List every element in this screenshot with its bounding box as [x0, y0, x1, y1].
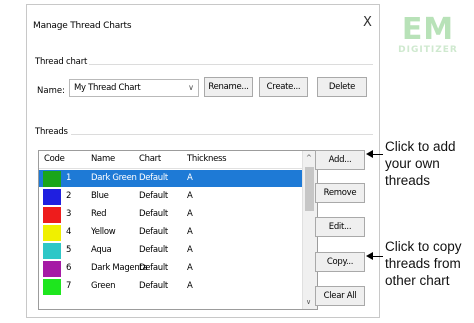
create-button[interactable]: Create...: [259, 77, 308, 97]
table-row[interactable]: 7 Green Default A: [39, 278, 303, 295]
cell-thickness: A: [187, 263, 193, 273]
clear-all-button[interactable]: Clear All: [315, 286, 365, 306]
callout-copy: Click to copy threads from other chart: [385, 238, 462, 289]
cell-chart: Default: [139, 245, 168, 255]
cell-name: Red: [91, 209, 107, 219]
cell-name: Blue: [91, 191, 109, 201]
cell-code: 7: [66, 281, 72, 291]
cell-thickness: A: [187, 209, 193, 219]
callout-add: Click to add your own threads: [385, 138, 456, 189]
callout-add-line: Click to add: [385, 139, 456, 154]
cell-chart: Default: [139, 209, 168, 219]
scroll-up-icon[interactable]: ^: [306, 154, 312, 162]
logo-secondary-text: DIGITIZER: [398, 45, 458, 55]
close-icon[interactable]: X: [363, 15, 372, 30]
group-divider: [71, 134, 373, 135]
logo-primary-text: EM: [401, 12, 455, 47]
color-swatch: [43, 225, 61, 241]
thread-chart-select-value: My Thread Chart: [74, 83, 141, 93]
cell-thickness: A: [187, 245, 193, 255]
color-swatch: [43, 171, 61, 187]
dialog-title: Manage Thread Charts: [33, 21, 132, 31]
cell-code: 4: [66, 227, 72, 237]
color-swatch: [43, 189, 61, 205]
color-swatch: [43, 207, 61, 223]
color-swatch: [43, 243, 61, 259]
column-header-thickness[interactable]: Thickness: [187, 154, 227, 164]
cell-code: 1: [66, 173, 72, 183]
thread-chart-select[interactable]: My Thread Chart ∨: [69, 79, 199, 97]
name-label: Name:: [37, 86, 65, 96]
cell-thickness: A: [187, 173, 193, 183]
cell-chart: Default: [139, 191, 168, 201]
chevron-down-icon: ∨: [188, 83, 194, 92]
table-row[interactable]: 6 Dark Magenta Default A: [39, 260, 303, 277]
thread-chart-group-label: Thread chart: [35, 57, 88, 67]
table-row[interactable]: 1 Dark Green Default A: [39, 170, 303, 187]
manage-thread-charts-dialog: Manage Thread Charts X Thread chart Name…: [26, 4, 380, 318]
callout-add-line: threads: [385, 173, 431, 188]
callout-add-line: your own: [385, 156, 440, 171]
cell-code: 6: [66, 263, 72, 273]
table-row[interactable]: 3 Red Default A: [39, 206, 303, 223]
color-swatch: [43, 279, 61, 295]
cell-chart: Default: [139, 263, 168, 273]
cell-code: 3: [66, 209, 72, 219]
column-header-code[interactable]: Code: [44, 154, 65, 164]
table-row[interactable]: 2 Blue Default A: [39, 188, 303, 205]
em-digitizer-logo: EM DIGITIZER: [392, 12, 464, 55]
cell-chart: Default: [139, 227, 168, 237]
cell-code: 5: [66, 245, 72, 255]
cell-thickness: A: [187, 227, 193, 237]
table-row[interactable]: 4 Yellow Default A: [39, 224, 303, 241]
callout-arrow-head: [366, 252, 373, 260]
cell-code: 2: [66, 191, 72, 201]
threads-group-label: Threads: [35, 127, 68, 137]
cell-chart: Default: [139, 173, 168, 183]
color-swatch: [43, 261, 61, 277]
column-header-name[interactable]: Name: [91, 154, 115, 164]
column-header-chart[interactable]: Chart: [139, 154, 161, 164]
rename-button[interactable]: Rename...: [204, 77, 253, 97]
scrollbar-thumb[interactable]: [305, 167, 314, 211]
copy-button[interactable]: Copy...: [315, 252, 365, 272]
callout-copy-line: other chart: [385, 273, 450, 288]
cell-name: Aqua: [91, 245, 112, 255]
cell-name: Dark Green: [91, 173, 137, 183]
group-divider: [89, 64, 373, 65]
callout-copy-line: Click to copy: [385, 239, 462, 254]
header-divider: [39, 168, 303, 169]
table-row[interactable]: 5 Aqua Default A: [39, 242, 303, 259]
scroll-down-icon[interactable]: ∨: [306, 298, 311, 306]
cell-thickness: A: [187, 191, 193, 201]
add-button[interactable]: Add...: [315, 150, 365, 170]
edit-button[interactable]: Edit...: [315, 217, 365, 237]
remove-button[interactable]: Remove: [315, 183, 365, 203]
cell-thickness: A: [187, 281, 193, 291]
threads-list[interactable]: Code Name Chart Thickness 1 Dark Green D…: [38, 150, 318, 310]
cell-chart: Default: [139, 281, 168, 291]
cell-name: Yellow: [91, 227, 116, 237]
callout-arrow-head: [366, 150, 373, 158]
cell-name: Green: [91, 281, 116, 291]
callout-copy-line: threads from: [385, 256, 461, 271]
delete-button[interactable]: Delete: [317, 77, 367, 97]
